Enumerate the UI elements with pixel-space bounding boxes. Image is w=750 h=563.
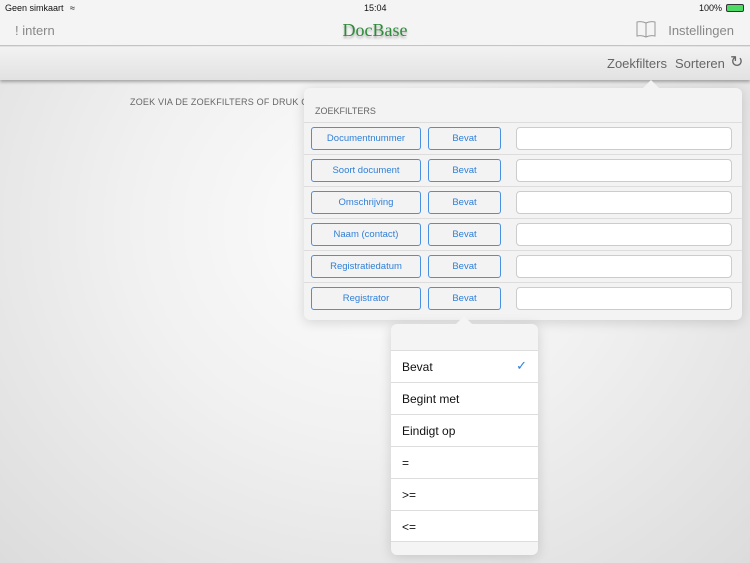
operator-button[interactable]: Bevat (428, 127, 501, 150)
filter-value-input[interactable] (516, 127, 732, 150)
book-icon[interactable] (636, 20, 656, 38)
operator-option[interactable]: = (391, 446, 538, 478)
operator-option[interactable]: Eindigt op (391, 414, 538, 446)
field-button[interactable]: Documentnummer (311, 127, 421, 150)
popover-title: ZOEKFILTERS (315, 106, 376, 116)
filter-row: Registratiedatum Bevat (304, 250, 742, 282)
operator-button[interactable]: Bevat (428, 287, 501, 310)
option-label: Bevat (402, 360, 433, 374)
settings-button[interactable]: Instellingen (668, 23, 734, 38)
field-button[interactable]: Omschrijving (311, 191, 421, 214)
field-button[interactable]: Naam (contact) (311, 223, 421, 246)
filter-row: Documentnummer Bevat (304, 122, 742, 154)
operator-option[interactable]: <= (391, 510, 538, 542)
refresh-icon[interactable]: ↻ (730, 52, 743, 72)
battery-percent: 100% (698, 3, 722, 13)
operator-button[interactable]: Bevat (428, 255, 501, 278)
filter-value-input[interactable] (516, 287, 732, 310)
navbar: ! intern DocBase Instellingen (0, 16, 750, 46)
popover-arrow (643, 80, 659, 88)
filter-row: Omschrijving Bevat (304, 186, 742, 218)
filter-value-input[interactable] (516, 255, 732, 278)
checkmark-icon: ✓ (516, 358, 527, 373)
operator-button[interactable]: Bevat (428, 223, 501, 246)
field-button[interactable]: Registrator (311, 287, 421, 310)
option-label: <= (402, 520, 417, 534)
filter-row: Naam (contact) Bevat (304, 218, 742, 250)
operator-button[interactable]: Bevat (428, 191, 501, 214)
option-label: Eindigt op (402, 424, 456, 438)
filter-row: Soort document Bevat (304, 154, 742, 186)
option-label: = (402, 456, 410, 470)
wifi-icon: ≈ (70, 3, 75, 13)
filter-value-input[interactable] (516, 223, 732, 246)
status-bar: Geen simkaart ≈ 15:04 100% (0, 0, 750, 16)
field-button[interactable]: Registratiedatum (311, 255, 421, 278)
operator-option[interactable]: Begint met (391, 382, 538, 414)
clock: 15:04 (364, 3, 387, 13)
battery-icon (726, 4, 744, 12)
zoekfilters-popover: ZOEKFILTERS Documentnummer Bevat Soort do… (304, 80, 742, 320)
zoekfilters-button[interactable]: Zoekfilters (607, 56, 667, 71)
search-hint: ZOEK VIA DE ZOEKFILTERS OF DRUK O (130, 97, 309, 107)
filter-value-input[interactable] (516, 191, 732, 214)
field-button[interactable]: Soort document (311, 159, 421, 182)
operator-option[interactable]: Bevat ✓ (391, 350, 538, 382)
option-label: >= (402, 488, 417, 502)
sort-button[interactable]: Sorteren (675, 56, 725, 71)
filter-row: Registrator Bevat (304, 282, 742, 314)
operator-option[interactable]: >= (391, 478, 538, 510)
operator-menu: Bevat ✓ Begint met Eindigt op = >= <= (391, 316, 538, 555)
option-label: Begint met (402, 392, 460, 406)
menu-arrow (456, 316, 472, 324)
filter-value-input[interactable] (516, 159, 732, 182)
toolbar: Zoekfilters Sorteren ↻ (0, 47, 750, 80)
carrier: Geen simkaart (5, 3, 64, 13)
operator-button[interactable]: Bevat (428, 159, 501, 182)
